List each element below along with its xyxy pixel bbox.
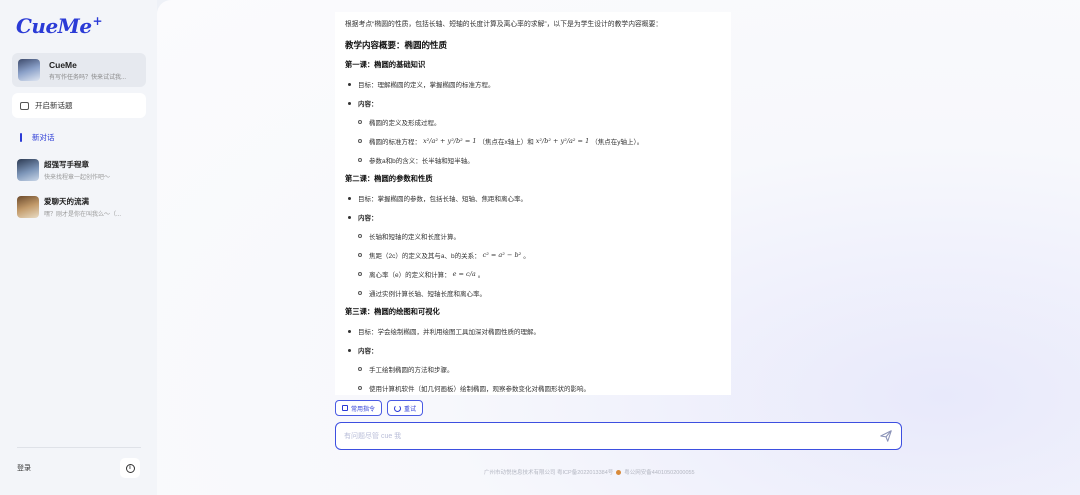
list-item: 椭圆的标准方程： x²/a² + y²/b² = 1 （焦点在x轴上）和 x²/b² …	[345, 136, 721, 146]
list-item: 目标：理解椭圆的定义，掌握椭圆的标准方程。	[345, 79, 721, 89]
chat-subtitle: 快来找程章一起创作吧～	[44, 175, 111, 181]
info-icon: i	[125, 463, 135, 473]
icp-text: 广州市动悦信息技术有限公司 粤ICP备2022013384号	[484, 470, 614, 476]
list-item: 目标：学会绘制椭圆，并利用绘图工具加深对椭圆性质的理解。	[345, 326, 721, 336]
list-item: 参数a和b的含义：长半轴和短半轴。	[345, 155, 721, 165]
police-text: 粤公网安备44010502000055	[624, 470, 695, 476]
intro-text: 根据考点“椭圆的性质，包括长轴、短轴的长度计算及离心率的求解”，以下是为学生设计…	[345, 21, 663, 28]
list-item: 内容：	[345, 212, 721, 222]
cueme-logo[interactable]: CueMe+	[16, 14, 103, 38]
sidebar-item-new-chat[interactable]: 新对话	[20, 132, 55, 143]
chat-item[interactable]: 爱聊天的流满 嘿？刚才是你在叫我么～（...	[17, 196, 147, 218]
doc-title: 教学内容概要：椭圆的性质	[345, 40, 448, 50]
equation: x²/b² + y²/a² = 1	[535, 137, 590, 145]
chat-name: 爱聊天的流满	[44, 197, 89, 206]
send-icon[interactable]	[879, 429, 893, 443]
chat-bubble-icon	[20, 101, 29, 110]
divider	[17, 447, 141, 448]
common-commands-button[interactable]: 常用指令	[335, 400, 383, 416]
response-content: 根据考点“椭圆的性质，包括长轴、短轴的长度计算及离心率的求解”，以下是为学生设计…	[335, 12, 731, 395]
list-item: 手工绘制椭圆的方法和步骤。	[345, 364, 721, 374]
chat-subtitle: 嘿？刚才是你在叫我么～（...	[44, 212, 122, 218]
list-item: 目标：掌握椭圆的参数，包括长轴、短轴、焦距和离心率。	[345, 193, 721, 203]
commands-icon	[342, 405, 348, 411]
active-indicator	[20, 133, 22, 142]
list-item: 内容：	[345, 98, 721, 108]
avatar	[17, 196, 39, 218]
info-button[interactable]: i	[120, 458, 140, 478]
avatar	[18, 59, 40, 81]
profile-card-cueme[interactable]: CueMe 有写作任务吗？快来试试我...	[12, 53, 146, 87]
new-topic-button[interactable]: 开启新话题	[12, 93, 146, 118]
profile-name: CueMe	[49, 59, 77, 70]
sidebar: CueMe+ CueMe 有写作任务吗？快来试试我... 开启新话题 新对话 超…	[0, 0, 157, 495]
refresh-icon	[394, 404, 402, 412]
equation: x²/a² + y²/b² = 1	[423, 137, 477, 145]
chat-input-box	[335, 422, 902, 450]
avatar	[17, 159, 39, 181]
footer: 广州市动悦信息技术有限公司 粤ICP备2022013384号 粤公网安备4401…	[484, 468, 695, 476]
list-item: 长轴和短轴的定义和长度计算。	[345, 231, 721, 241]
chat-input[interactable]	[344, 430, 844, 442]
list-item: 使用计算机软件（如几何画板）绘制椭圆，观察参数变化对椭圆形状的影响。	[345, 383, 721, 393]
lesson-heading: 第二课：椭圆的参数和性质	[345, 174, 433, 183]
login-button[interactable]: 登录	[17, 463, 31, 473]
equation: e = c/a	[452, 270, 476, 278]
lesson-heading: 第三课：椭圆的绘图和可视化	[345, 307, 440, 316]
lesson-heading: 第一课：椭圆的基础知识	[345, 60, 426, 69]
list-item: 内容：	[345, 345, 721, 355]
chat-name: 超强写手程章	[44, 160, 89, 169]
list-item: 离心率（e）的定义和计算： e = c/a。	[345, 269, 721, 279]
retry-button[interactable]: 重试	[387, 400, 424, 416]
chat-item[interactable]: 超强写手程章 快来找程章一起创作吧～	[17, 159, 147, 181]
police-badge-icon	[616, 469, 622, 475]
list-item: 椭圆的定义及形成过程。	[345, 117, 721, 127]
equation: c² = a² − b²	[482, 251, 522, 259]
action-row: 常用指令 重试	[335, 400, 424, 416]
list-item: 通过实例计算长轴、短轴长度和离心率。	[345, 288, 721, 298]
list-item: 焦距（2c）的定义及其与a、b的关系： c² = a² − b²。	[345, 250, 721, 260]
profile-subtitle: 有写作任务吗？快来试试我...	[49, 74, 127, 81]
